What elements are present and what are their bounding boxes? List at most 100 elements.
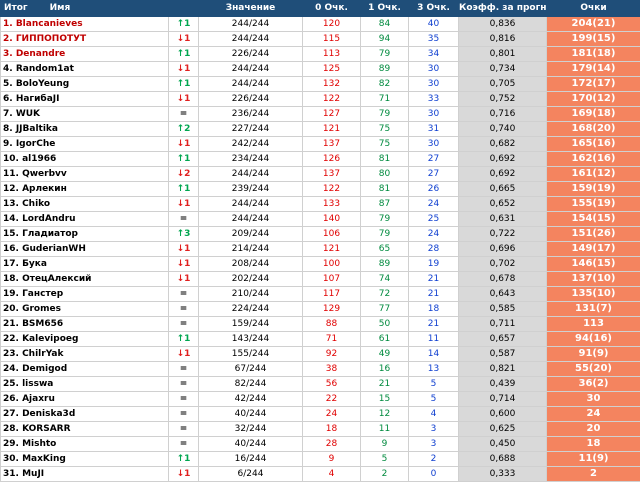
koef-cell: 0,734 (458, 61, 547, 77)
value-cell: 244/244 (198, 61, 303, 77)
three-points-cell: 18 (408, 301, 459, 317)
trend-change: 1 (184, 334, 191, 344)
value-cell: 32/244 (198, 421, 303, 437)
trend-change: = (179, 319, 188, 329)
points-cell: 154(15) (546, 211, 640, 227)
koef-cell: 0,665 (458, 181, 547, 197)
table-row: 3. Denandre ↑1 226/244 113 79 34 0,801 181(18) (0, 46, 640, 62)
koef-cell: 0,692 (458, 166, 547, 182)
one-point-cell: 11 (360, 421, 409, 437)
trend-cell: ↓1 (168, 256, 199, 272)
points-cell: 24 (546, 406, 640, 422)
trend-cell: = (168, 316, 199, 332)
trend-cell: = (168, 436, 199, 452)
trend-cell: = (168, 391, 199, 407)
value-cell: 42/244 (198, 391, 303, 407)
player-name: 14. LordAndru (0, 211, 169, 227)
three-points-cell: 5 (408, 376, 459, 392)
points-cell: 172(17) (546, 76, 640, 92)
trend-cell: ↑1 (168, 181, 199, 197)
value-cell: 6/244 (198, 466, 303, 482)
arrow-up-icon: ↑ (176, 19, 185, 29)
koef-cell: 0,600 (458, 406, 547, 422)
trend-change: 1 (184, 259, 191, 269)
zero-points-cell: 24 (302, 406, 361, 422)
table-row: 24. Demigod = 67/244 38 16 13 0,821 55(20) (0, 361, 640, 377)
player-name: 22. Kalevipoeg (0, 331, 169, 347)
player-name: 23. ChilrYak (0, 346, 169, 362)
one-point-cell: 49 (360, 346, 409, 362)
value-cell: 214/244 (198, 241, 303, 257)
koef-cell: 0,652 (458, 196, 547, 212)
player-name: 15. Гладиатор (0, 226, 169, 242)
header-znach: Значение (198, 0, 303, 17)
points-cell: 149(17) (546, 241, 640, 257)
zero-points-cell: 122 (302, 91, 361, 107)
arrow-up-icon: ↑ (176, 79, 185, 89)
three-points-cell: 3 (408, 421, 459, 437)
three-points-cell: 3 (408, 436, 459, 452)
table-header: Итог Имя Значение 0 Очк. 1 Очк. 3 Очк. К… (0, 0, 640, 17)
trend-change: 1 (184, 349, 191, 359)
zero-points-cell: 121 (302, 241, 361, 257)
arrow-down-icon: ↓ (176, 199, 185, 209)
header-one-point: 1 Очк. (360, 0, 409, 17)
trend-change: 1 (184, 199, 191, 209)
trend-change: 1 (184, 184, 191, 194)
points-cell: 181(18) (546, 46, 640, 62)
trend-change: = (179, 409, 188, 419)
trend-change: 2 (184, 169, 191, 179)
trend-change: 1 (184, 34, 191, 44)
one-point-cell: 74 (360, 271, 409, 287)
three-points-cell: 21 (408, 271, 459, 287)
trend-cell: = (168, 376, 199, 392)
trend-change: = (179, 214, 188, 224)
player-name: 7. WUK (0, 106, 169, 122)
three-points-cell: 30 (408, 136, 459, 152)
trend-cell: ↓1 (168, 346, 199, 362)
points-cell: 94(16) (546, 331, 640, 347)
value-cell: 40/244 (198, 436, 303, 452)
table-row: 28. KORSARR = 32/244 18 11 3 0,625 20 (0, 421, 640, 437)
trend-cell: = (168, 361, 199, 377)
one-point-cell: 80 (360, 166, 409, 182)
three-points-cell: 40 (408, 16, 459, 32)
table-row: 25. lisswa = 82/244 56 21 5 0,439 36(2) (0, 376, 640, 392)
trend-change: 1 (184, 94, 191, 104)
zero-points-cell: 120 (302, 16, 361, 32)
table-row: 31. MuJI ↓1 6/244 4 2 0 0,333 2 (0, 466, 640, 482)
trend-change: = (179, 379, 188, 389)
points-cell: 199(15) (546, 31, 640, 47)
koef-cell: 0,333 (458, 466, 547, 482)
trend-cell: ↓1 (168, 136, 199, 152)
points-cell: 159(19) (546, 181, 640, 197)
three-points-cell: 5 (408, 391, 459, 407)
trend-change: 1 (184, 154, 191, 164)
header-itog: Итог Имя (0, 0, 169, 17)
table-row: 26. Ajaxru = 42/244 22 15 5 0,714 30 (0, 391, 640, 407)
three-points-cell: 30 (408, 76, 459, 92)
table-row: 13. Chiko ↓1 244/244 133 87 24 0,652 155(19) (0, 196, 640, 212)
one-point-cell: 21 (360, 376, 409, 392)
trend-change: = (179, 364, 188, 374)
koef-cell: 0,643 (458, 286, 547, 302)
three-points-cell: 28 (408, 241, 459, 257)
trend-cell: = (168, 106, 199, 122)
points-cell: 30 (546, 391, 640, 407)
zero-points-cell: 56 (302, 376, 361, 392)
table-row: 17. Бука ↓1 208/244 100 89 19 0,702 146(15) (0, 256, 640, 272)
table-row: 15. Гладиатор ↑3 209/244 106 79 24 0,722 151(26… (0, 226, 640, 242)
zero-points-cell: 107 (302, 271, 361, 287)
value-cell: 40/244 (198, 406, 303, 422)
zero-points-cell: 28 (302, 436, 361, 452)
table-row: 22. Kalevipoeg ↑1 143/244 71 61 11 0,657 94(16) (0, 331, 640, 347)
three-points-cell: 21 (408, 316, 459, 332)
table-row: 6. HaгибaJI ↓1 226/244 122 71 33 0,752 170(12) (0, 91, 640, 107)
value-cell: 236/244 (198, 106, 303, 122)
koef-cell: 0,678 (458, 271, 547, 287)
zero-points-cell: 92 (302, 346, 361, 362)
player-name: 4. Random1at (0, 61, 169, 77)
one-point-cell: 16 (360, 361, 409, 377)
trend-cell: = (168, 301, 199, 317)
koef-cell: 0,587 (458, 346, 547, 362)
